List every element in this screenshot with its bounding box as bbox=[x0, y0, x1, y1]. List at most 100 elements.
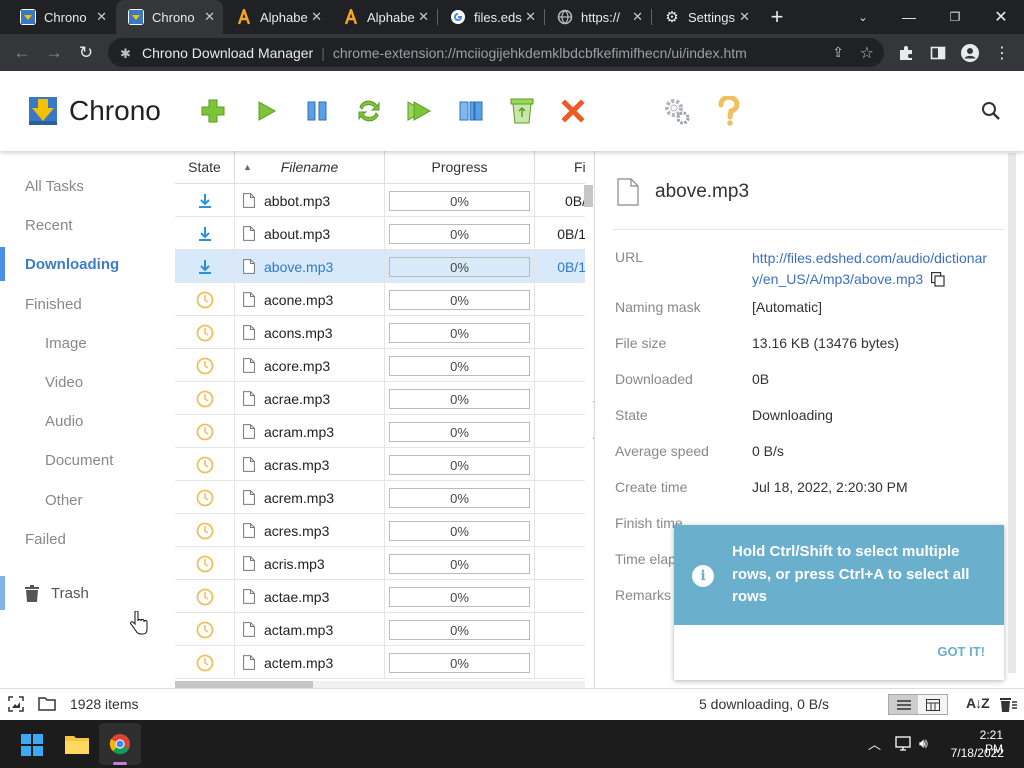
browser-tab[interactable]: ⚙ Settings ✕ bbox=[652, 0, 758, 34]
table-row[interactable]: acres.mp3 0% bbox=[175, 514, 585, 547]
refresh-icon[interactable] bbox=[354, 96, 384, 126]
clock-date[interactable]: 7/18/2022 bbox=[946, 746, 1004, 760]
sidebar-item-finished[interactable]: Finished bbox=[0, 287, 175, 321]
progress-bar: 0% bbox=[389, 488, 530, 508]
sidebar-item-audio[interactable]: Audio bbox=[0, 404, 175, 438]
close-window-button[interactable]: ✕ bbox=[978, 0, 1024, 34]
close-icon[interactable]: ✕ bbox=[311, 9, 322, 25]
table-horizontal-scrollbar[interactable] bbox=[175, 681, 585, 688]
column-header-progress[interactable]: Progress bbox=[385, 151, 535, 184]
close-icon[interactable]: ✕ bbox=[632, 9, 643, 25]
sort-az-icon[interactable]: A↓Z bbox=[966, 695, 990, 711]
table-row[interactable]: actam.mp3 0% bbox=[175, 613, 585, 646]
side-panel-icon[interactable] bbox=[925, 40, 951, 66]
sidebar-item-downloading[interactable]: Downloading bbox=[0, 247, 175, 281]
sidebar-item-label: Failed bbox=[25, 530, 66, 548]
chrome-taskbar-button[interactable] bbox=[99, 723, 141, 765]
sidebar-item-recent[interactable]: Recent bbox=[0, 208, 175, 242]
browser-tab[interactable]: Chrono ✕ bbox=[8, 0, 115, 34]
help-icon[interactable] bbox=[714, 96, 744, 126]
browser-tab[interactable]: files.eds ✕ bbox=[438, 0, 544, 34]
table-row[interactable]: acris.mp3 0% bbox=[175, 547, 585, 580]
folder-icon[interactable] bbox=[38, 696, 56, 715]
start-icon[interactable] bbox=[251, 96, 281, 126]
network-icon[interactable] bbox=[895, 736, 913, 754]
table-row[interactable]: acone.mp3 0% bbox=[175, 283, 585, 316]
table-row[interactable]: acram.mp3 0% bbox=[175, 415, 585, 448]
table-row[interactable]: actae.mp3 0% bbox=[175, 580, 585, 613]
got-it-button[interactable]: GOT IT! bbox=[937, 644, 985, 659]
sidebar-item-other[interactable]: Other bbox=[0, 483, 175, 517]
restore-button[interactable]: ❐ bbox=[932, 0, 978, 34]
progress-text: 0% bbox=[450, 424, 469, 440]
search-icon[interactable] bbox=[976, 96, 1006, 126]
filename-cell: acrae.mp3 bbox=[235, 382, 385, 415]
clear-trash-icon[interactable] bbox=[999, 695, 1017, 716]
sidebar-item-video[interactable]: Video bbox=[0, 365, 175, 399]
sidebar-item-trash[interactable]: Trash bbox=[0, 576, 175, 610]
recycle-icon[interactable] bbox=[507, 96, 537, 126]
scrollbar-thumb[interactable] bbox=[175, 681, 313, 688]
table-row[interactable]: acore.mp3 0% bbox=[175, 349, 585, 382]
add-icon[interactable] bbox=[198, 96, 228, 126]
windows-start-icon[interactable] bbox=[21, 734, 43, 759]
tab-search-button[interactable]: ⌄ bbox=[840, 0, 886, 34]
volume-icon[interactable]: 🔊︎ bbox=[919, 735, 928, 752]
browser-tab[interactable]: https:// ✕ bbox=[545, 0, 651, 34]
file-size-cell bbox=[535, 580, 585, 613]
new-tab-button[interactable]: + bbox=[766, 5, 788, 29]
table-row[interactable]: acrem.mp3 0% bbox=[175, 481, 585, 514]
close-icon[interactable]: ✕ bbox=[418, 9, 429, 25]
browser-tab[interactable]: Chrono ✕ bbox=[116, 0, 223, 34]
file-explorer-icon[interactable] bbox=[64, 733, 90, 758]
sidebar-item-all-tasks[interactable]: All Tasks bbox=[0, 169, 175, 203]
state-cell bbox=[175, 382, 235, 415]
menu-icon[interactable]: ⋮ bbox=[989, 40, 1015, 66]
table-row[interactable]: acras.mp3 0% bbox=[175, 448, 585, 481]
pause-all-icon[interactable] bbox=[456, 96, 486, 126]
close-icon[interactable]: ✕ bbox=[525, 9, 536, 25]
browser-tab[interactable]: Alphabe ✕ bbox=[331, 0, 437, 34]
url-link[interactable]: http://files.edshed.com/audio/dictionar … bbox=[752, 248, 987, 290]
delete-icon[interactable] bbox=[558, 96, 588, 126]
sort-ascending-icon: ▲ bbox=[243, 162, 252, 172]
table-vertical-scrollbar[interactable] bbox=[584, 185, 593, 207]
column-header-file[interactable]: File bbox=[535, 151, 585, 184]
column-header-state[interactable]: State bbox=[175, 151, 235, 184]
table-row[interactable]: abbot.mp3 0% 0B/ bbox=[175, 184, 585, 217]
table-row[interactable]: about.mp3 0% 0B/1 bbox=[175, 217, 585, 250]
grid-view-icon[interactable] bbox=[918, 695, 947, 714]
forward-button[interactable]: → bbox=[41, 40, 67, 66]
sidebar-item-failed[interactable]: Failed bbox=[0, 522, 175, 556]
close-icon[interactable]: ✕ bbox=[739, 9, 750, 25]
minimize-button[interactable]: — bbox=[886, 0, 932, 34]
address-bar[interactable]: ✱ Chrono Download Manager | chrome-exten… bbox=[108, 38, 884, 67]
share-icon[interactable]: ⇪ bbox=[832, 44, 844, 61]
table-row[interactable]: actem.mp3 0% bbox=[175, 646, 585, 679]
file-icon bbox=[243, 193, 255, 208]
browser-tab[interactable]: Alphabe ✕ bbox=[224, 0, 330, 34]
reload-button[interactable]: ↻ bbox=[73, 40, 99, 66]
extensions-icon[interactable] bbox=[893, 40, 919, 66]
close-icon[interactable]: ✕ bbox=[96, 9, 107, 25]
progress-text: 0% bbox=[450, 589, 469, 605]
state-cell bbox=[175, 217, 235, 250]
back-button[interactable]: ← bbox=[9, 40, 35, 66]
close-icon[interactable]: ✕ bbox=[204, 9, 215, 25]
column-header-filename[interactable]: ▲ Filename bbox=[235, 151, 385, 184]
detail-scrollbar[interactable] bbox=[1008, 153, 1016, 673]
copy-icon[interactable] bbox=[931, 272, 945, 287]
table-row[interactable]: acons.mp3 0% bbox=[175, 316, 585, 349]
list-view-icon[interactable] bbox=[889, 695, 918, 714]
settings-icon[interactable] bbox=[662, 96, 692, 126]
screenshot-icon[interactable] bbox=[8, 696, 24, 715]
table-row[interactable]: acrae.mp3 0% bbox=[175, 382, 585, 415]
profile-icon[interactable] bbox=[957, 40, 983, 66]
chevron-up-icon[interactable]: ︿ bbox=[868, 734, 881, 753]
start-all-icon[interactable] bbox=[404, 96, 434, 126]
bookmark-star-icon[interactable]: ☆ bbox=[860, 43, 874, 63]
table-row[interactable]: above.mp3 0% 0B/1 bbox=[175, 250, 585, 283]
sidebar-item-image[interactable]: Image bbox=[0, 326, 175, 360]
pause-icon[interactable] bbox=[302, 96, 332, 126]
sidebar-item-document[interactable]: Document bbox=[0, 443, 175, 477]
